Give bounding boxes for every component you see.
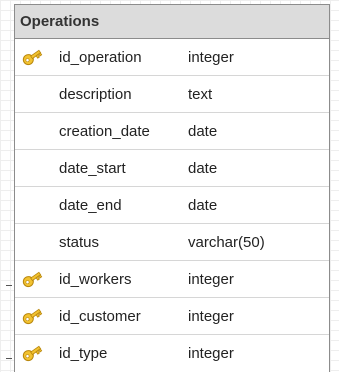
table-row[interactable]: id_type integer: [15, 335, 329, 372]
connector-tick-bottom: [6, 358, 12, 359]
table-row[interactable]: description text: [15, 76, 329, 113]
column-name: date_start: [59, 160, 126, 177]
column-name: id_type: [59, 345, 108, 362]
column-type: date: [188, 123, 218, 140]
column-type: varchar(50): [188, 234, 265, 251]
table-operations[interactable]: Operations id_operation integer descriptio…: [14, 4, 330, 372]
key-icon: [21, 342, 43, 364]
column-name: description: [59, 86, 132, 103]
key-icon: [21, 46, 43, 68]
column-type: date: [188, 160, 218, 177]
column-name: id_operation: [59, 49, 142, 66]
column-type: integer: [188, 271, 234, 288]
column-type: integer: [188, 308, 234, 325]
table-row[interactable]: id_operation integer: [15, 39, 329, 76]
table-row[interactable]: id_workers integer: [15, 261, 329, 298]
table-title: Operations: [20, 13, 100, 30]
connector-tick-top: [6, 285, 12, 286]
table-row[interactable]: id_customer integer: [15, 298, 329, 335]
table-row[interactable]: date_start date: [15, 150, 329, 187]
table-header: Operations: [15, 5, 329, 39]
table-row[interactable]: date_end date: [15, 187, 329, 224]
column-name: id_workers: [59, 271, 132, 288]
column-name: status: [59, 234, 100, 251]
column-type: text: [188, 86, 213, 103]
column-type: date: [188, 197, 218, 214]
table-row[interactable]: creation_date date: [15, 113, 329, 150]
table-row[interactable]: status varchar(50): [15, 224, 329, 261]
column-type: integer: [188, 345, 234, 362]
column-name: creation_date: [59, 123, 150, 140]
column-list: id_operation integer description text creati…: [15, 39, 329, 372]
column-name: id_customer: [59, 308, 141, 325]
column-name: date_end: [59, 197, 122, 214]
column-type: integer: [188, 49, 234, 66]
key-icon: [21, 305, 43, 327]
key-icon: [21, 268, 43, 290]
